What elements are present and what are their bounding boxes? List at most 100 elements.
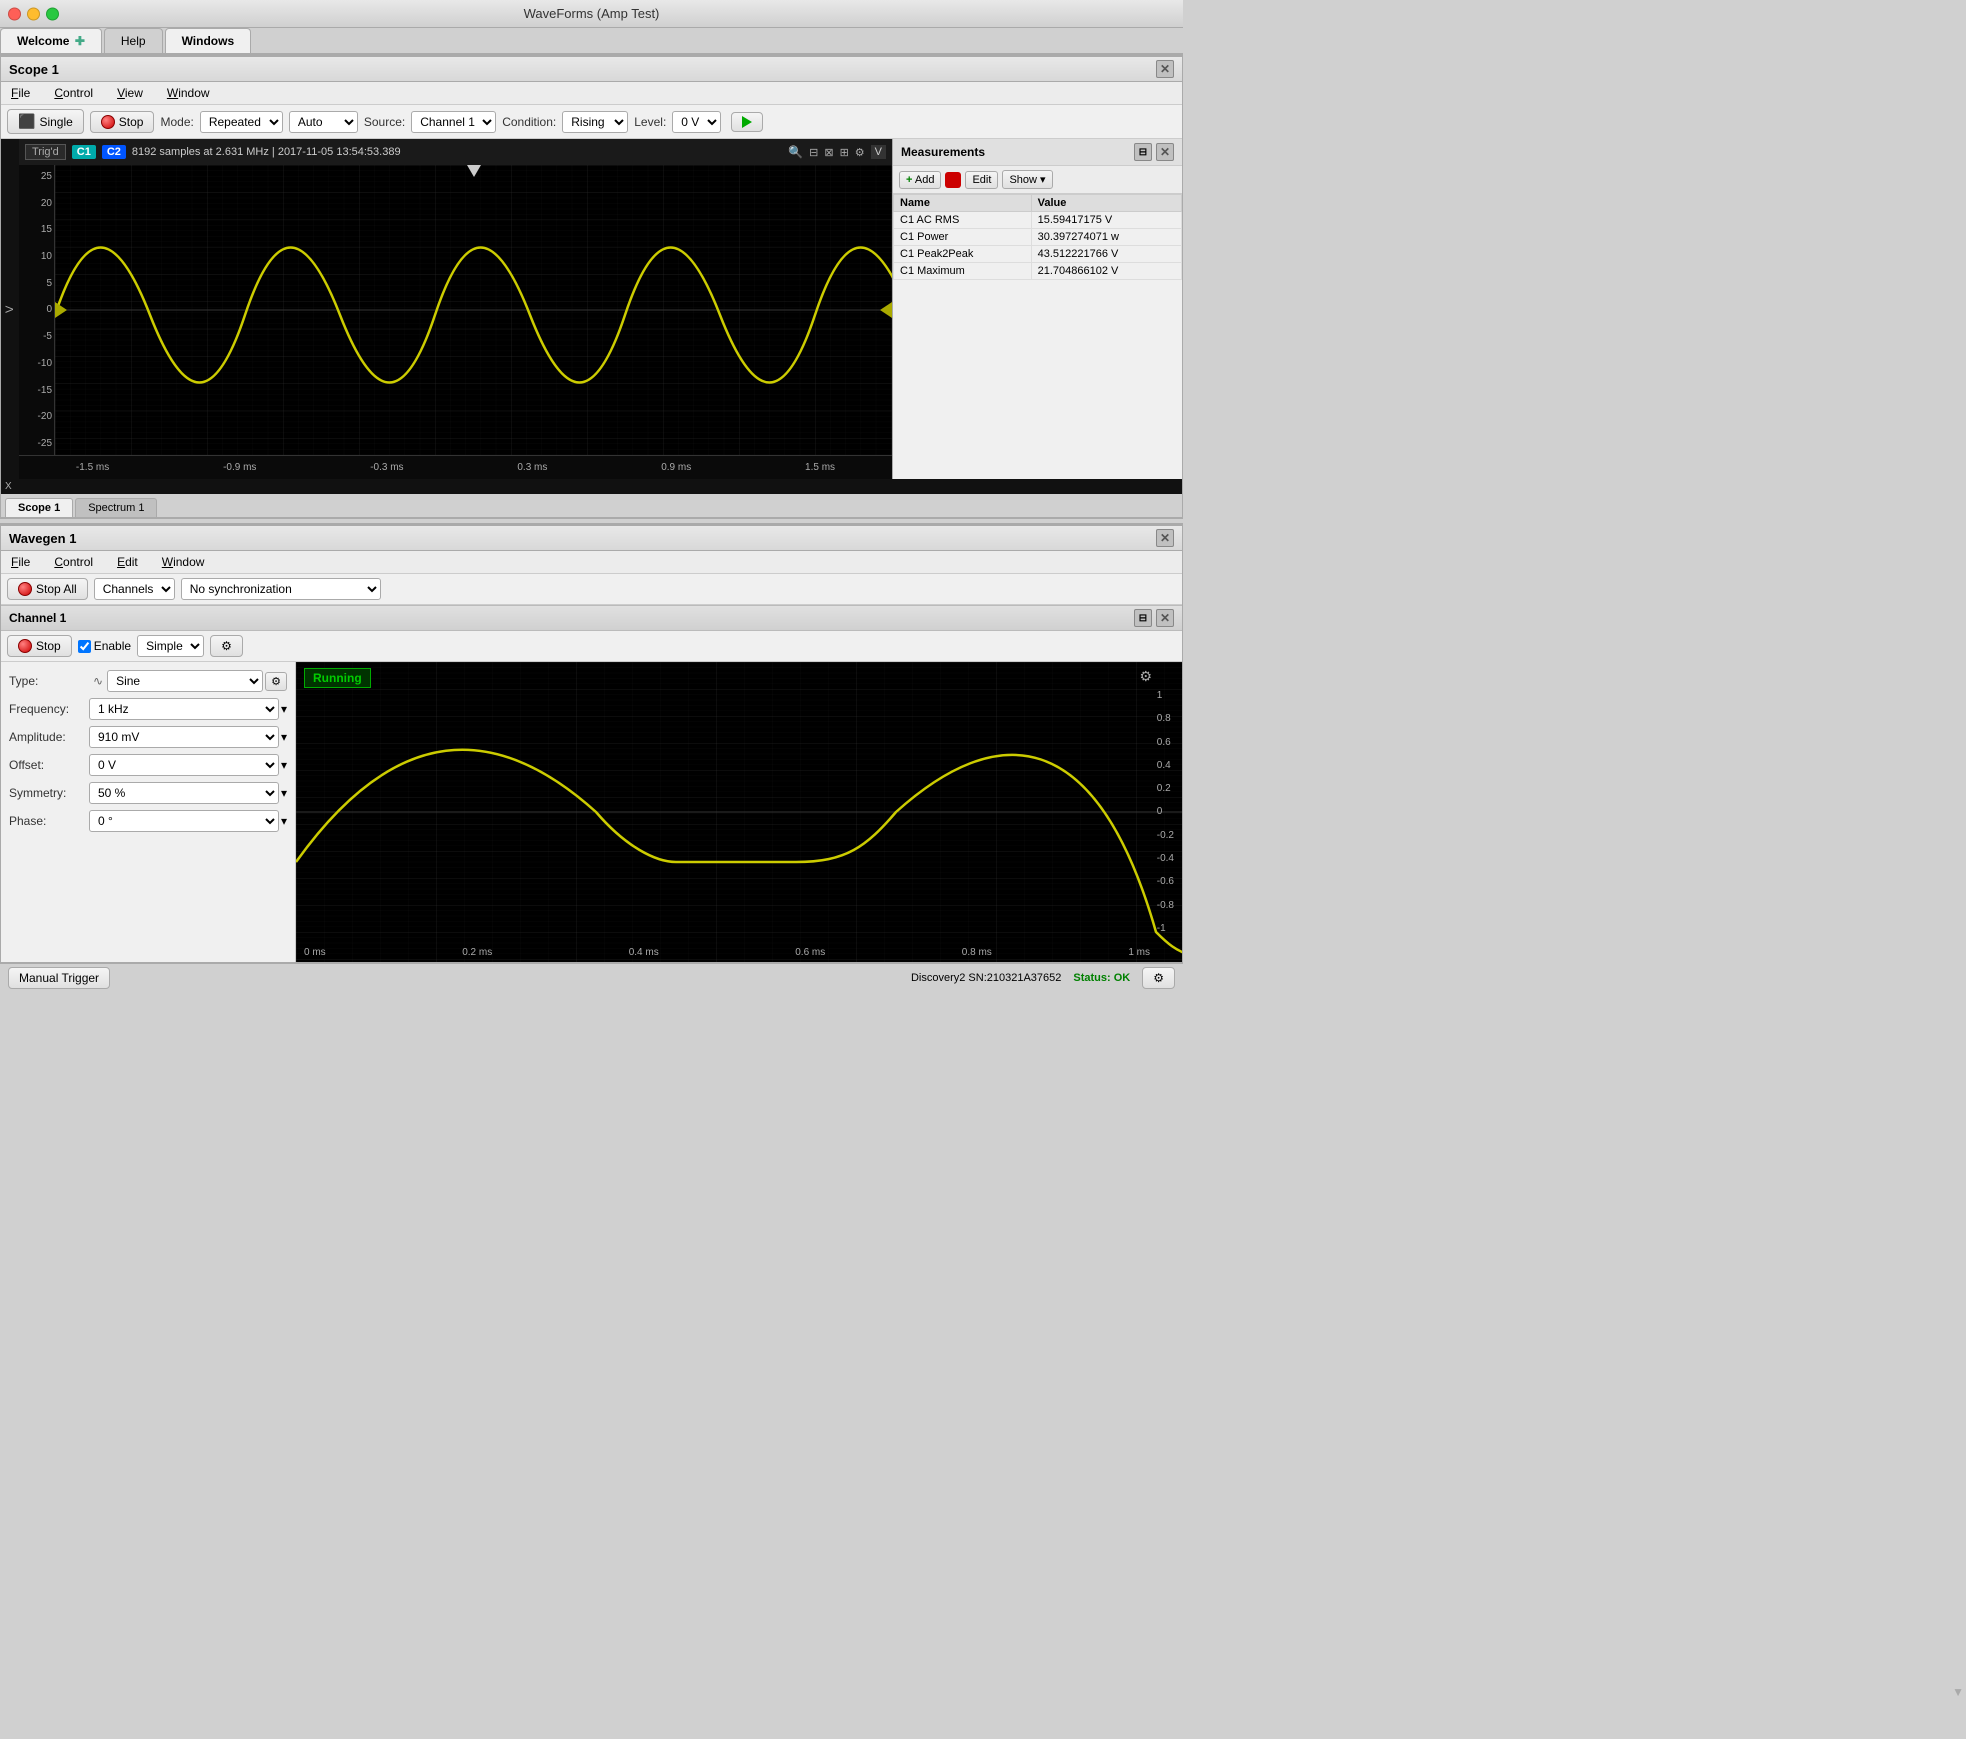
meas-value-0: 15.59417175 V [1031,212,1181,229]
zoom-icon[interactable]: 🔍 [788,145,803,159]
source-select[interactable]: Channel 1 Channel 2 [411,111,496,133]
wavegen-close-button[interactable]: ✕ [1156,529,1174,547]
wavegen-gear-icon[interactable]: ⚙ [1139,668,1152,685]
y-label-5: 5 [21,278,52,289]
meas-name-2: C1 Peak2Peak [894,246,1032,263]
c1-badge: C1 [72,145,96,159]
type-gear-button[interactable]: ⚙ [265,672,287,691]
offset-select[interactable]: 0 V [89,754,279,776]
scope-menu-view[interactable]: View [111,84,149,102]
y-label-n20: -20 [21,411,52,422]
scope-menu-window[interactable]: Window [161,84,216,102]
offset-dropdown-arrow: ▾ [281,758,287,772]
sync-select[interactable]: No synchronization [181,578,381,600]
edit-measurement-button[interactable]: Edit [965,171,998,189]
enable-checkbox[interactable] [78,640,91,653]
y-label-n15: -15 [21,385,52,396]
scope-icon-1[interactable]: ⊟ [809,146,818,159]
channel-stop-button[interactable]: Stop [7,635,72,657]
close-button[interactable] [8,7,21,20]
tab-windows[interactable]: Windows [165,28,252,53]
scope-menu-file[interactable]: File [5,84,36,102]
channel-expand-button[interactable]: ⊟ [1134,609,1152,627]
amp-select[interactable]: 910 mV [89,726,279,748]
expand-button[interactable]: ⊟ [1134,143,1152,161]
meas-name-3: C1 Maximum [894,263,1032,280]
wx-label-06: 0.6 ms [795,947,825,958]
scope-icon-3[interactable]: ⊞ [840,146,849,159]
measurements-panel: Measurements ⊟ ✕ + Add Edit Show ▾ [892,139,1182,479]
enable-checkbox-label[interactable]: Enable [78,639,131,653]
measurement-color-swatch[interactable] [945,172,961,188]
trigger-left-marker [55,302,67,318]
wx-label-1: 1 ms [1128,947,1150,958]
meas-value-2: 43.512221766 V [1031,246,1181,263]
scope-tab-spectrum1[interactable]: Spectrum 1 [75,498,157,517]
stop-button[interactable]: Stop [90,111,155,133]
single-button[interactable]: ⬛ Single [7,109,84,134]
wavegen-menu-window[interactable]: Window [156,553,211,571]
add-icon[interactable]: ✚ [75,34,85,48]
scope-toolbar: ⬛ Single Stop Mode: Repeated Single Reco… [1,105,1182,139]
type-select[interactable]: Sine Square Triangle [107,670,263,692]
auto-select[interactable]: Auto Normal [289,111,358,133]
amp-label: Amplitude: [9,730,89,744]
scope-tab-scope1[interactable]: Scope 1 [5,498,73,517]
channel-header-btns: ⊟ ✕ [1134,609,1174,627]
measurements-close-button[interactable]: ✕ [1156,143,1174,161]
condition-select[interactable]: Rising Falling [562,111,628,133]
simple-select[interactable]: Simple [137,635,204,657]
wavegen-menu-edit[interactable]: Edit [111,553,144,571]
tab-help[interactable]: Help [104,28,163,53]
phase-select[interactable]: 0 ° [89,810,279,832]
window-controls[interactable] [8,7,59,20]
channel-gear-button[interactable]: ⚙ [210,635,243,657]
settings-button[interactable]: ⚙ [1142,967,1175,989]
scope-menu-control[interactable]: Control [48,84,99,102]
stop-all-button[interactable]: Stop All [7,578,88,600]
offset-param-row: Offset: 0 V ▾ [9,754,287,776]
col-value-header: Value [1031,195,1181,212]
minimize-button[interactable] [27,7,40,20]
wavegen-menu-file[interactable]: File [5,553,36,571]
scroll-down-icon[interactable]: ▼ [1952,1685,1964,1699]
x-label-4: 0.3 ms [517,462,547,473]
wavegen-params-panel: Type: ∿ Sine Square Triangle ⚙ Frequency… [1,662,296,962]
y-label-20: 20 [21,198,52,209]
channel-close-button[interactable]: ✕ [1156,609,1174,627]
level-label: Level: [634,115,666,129]
scope-panel: Scope 1 ✕ File Control View Window ⬛ Sin… [0,54,1183,519]
symmetry-label: Symmetry: [9,786,89,800]
meas-value-3: 21.704866102 V [1031,263,1181,280]
x-label-6: 1.5 ms [805,462,835,473]
manual-trigger-button[interactable]: Manual Trigger [8,967,110,989]
channels-select[interactable]: Channels [94,578,175,600]
y-badge: V [871,145,886,159]
maximize-button[interactable] [46,7,59,20]
gear-icon[interactable]: ⚙ [855,146,865,159]
freq-dropdown-arrow: ▾ [281,702,287,716]
show-measurement-button[interactable]: Show ▾ [1002,170,1052,189]
scope-main-area: V Trig'd C1 C2 8192 samples at 2.631 MHz… [1,139,1182,479]
mode-select[interactable]: Repeated Single Record [200,111,283,133]
freq-param-row: Frequency: 1 kHz ▾ [9,698,287,720]
stop-all-red-circle-icon [18,582,32,596]
offset-input-wrap: 0 V ▾ [89,754,287,776]
phase-dropdown-arrow: ▾ [281,814,287,828]
scope-run-button[interactable] [731,112,763,132]
scope-close-button[interactable]: ✕ [1156,60,1174,78]
type-param-row: Type: ∿ Sine Square Triangle ⚙ [9,670,287,692]
wavegen-menu-control[interactable]: Control [48,553,99,571]
channel-title: Channel 1 [9,611,66,625]
tab-welcome[interactable]: Welcome ✚ [0,28,102,53]
scope-tabs: Scope 1 Spectrum 1 [1,494,1182,518]
y-label-10: 10 [21,251,52,262]
wavegen-plot-area: Running ⚙ V [296,662,1182,962]
level-select[interactable]: 0 V [672,111,721,133]
wy-label-n08: -0.8 [1157,900,1174,911]
wavegen-toolbar: Stop All Channels No synchronization [1,574,1182,605]
symmetry-select[interactable]: 50 % [89,782,279,804]
add-measurement-button[interactable]: + Add [899,171,941,189]
scope-icon-2[interactable]: ⊠ [824,146,833,159]
freq-select[interactable]: 1 kHz [89,698,279,720]
